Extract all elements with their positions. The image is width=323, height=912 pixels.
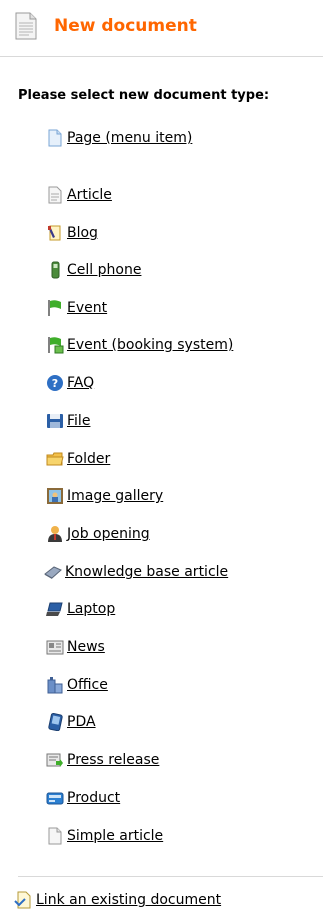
item-label: News [67, 639, 105, 655]
product-icon [46, 792, 64, 805]
doc-type-job-opening[interactable]: Job opening [46, 523, 150, 545]
doc-type-article[interactable]: Article [46, 184, 112, 206]
article-icon [48, 186, 62, 204]
doc-type-pda[interactable]: PDA [46, 711, 96, 733]
divider [18, 876, 323, 877]
event-flag-icon [48, 300, 61, 316]
doc-type-press-release[interactable]: Press release [46, 749, 159, 771]
doc-type-cell-phone[interactable]: Cell phone [46, 259, 141, 281]
link-existing-label: Link an existing document [36, 892, 222, 908]
page-icon [48, 129, 62, 147]
item-label: Folder [67, 451, 111, 467]
svg-text:?: ? [52, 377, 58, 390]
doc-type-laptop[interactable]: Laptop [46, 598, 115, 620]
doc-type-page-menu-item[interactable]: Page (menu item) [46, 127, 192, 149]
doc-type-faq[interactable]: ? FAQ [46, 372, 94, 394]
folder-icon [46, 452, 64, 466]
doc-type-folder[interactable]: Folder [46, 448, 110, 470]
item-label: Article [67, 187, 112, 203]
item-label: FAQ [67, 375, 95, 391]
doc-type-file[interactable]: File [46, 410, 90, 432]
header: New document [0, 0, 323, 57]
press-release-icon [46, 753, 63, 767]
item-label: Blog [67, 225, 98, 241]
item-label: Job opening [67, 526, 150, 542]
doc-type-image-gallery[interactable]: Image gallery [46, 485, 163, 507]
laptop-icon [46, 602, 63, 616]
item-label: Cell phone [67, 262, 142, 278]
file-floppy-icon [47, 414, 63, 428]
item-label: Event [67, 300, 108, 316]
item-label: Knowledge base article [65, 564, 229, 580]
job-opening-icon [48, 526, 62, 542]
image-gallery-icon [47, 488, 63, 504]
simple-article-icon [48, 827, 62, 845]
pda-icon [48, 713, 63, 731]
item-label: Office [67, 677, 108, 693]
item-label: Simple article [67, 828, 164, 844]
doc-type-knowledge-base-article[interactable]: Knowledge base article [44, 561, 228, 583]
knowledge-base-icon [44, 566, 62, 579]
faq-question-icon: ? [47, 375, 63, 391]
item-label: Page (menu item) [67, 130, 193, 146]
item-label: Laptop [67, 601, 116, 617]
doc-type-product[interactable]: Product [46, 787, 120, 809]
doc-type-simple-article[interactable]: Simple article [46, 825, 163, 847]
item-label: File [67, 413, 91, 429]
doc-type-news[interactable]: News [46, 636, 105, 658]
document-icon [15, 12, 37, 40]
doc-type-event-booking[interactable]: Event (booking system) [46, 334, 233, 356]
doc-type-office[interactable]: Office [46, 674, 108, 696]
news-icon [46, 640, 64, 655]
item-label: Product [67, 790, 121, 806]
link-document-icon [14, 891, 31, 909]
select-type-prompt: Please select new document type: [18, 88, 270, 103]
link-existing-document[interactable]: Link an existing document [14, 889, 221, 911]
doc-type-blog[interactable]: Blog [46, 222, 98, 244]
item-label: Press release [67, 752, 160, 768]
cell-phone-icon [51, 261, 60, 279]
item-label: PDA [67, 714, 96, 730]
office-building-icon [47, 677, 63, 694]
event-booking-icon [48, 337, 64, 354]
blog-icon [48, 225, 61, 241]
page-title: New document [54, 16, 197, 36]
item-label: Image gallery [67, 488, 164, 504]
doc-type-event[interactable]: Event [46, 297, 107, 319]
item-label: Event (booking system) [67, 337, 234, 353]
